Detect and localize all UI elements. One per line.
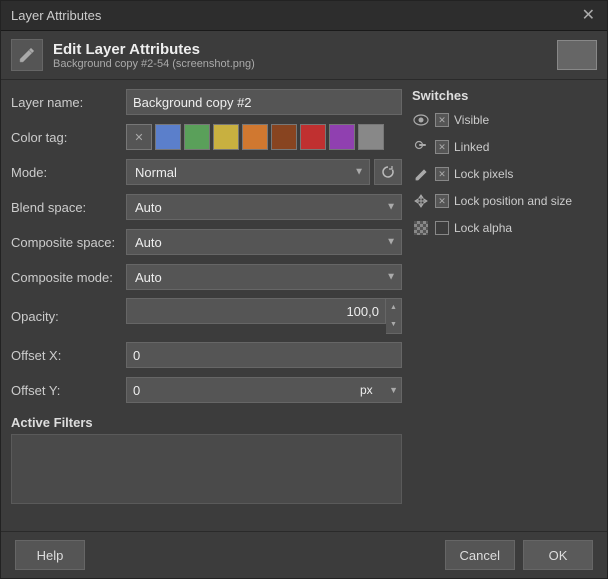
blend-space-select-wrapper: Auto ▼ (126, 194, 402, 220)
mode-control: Normal ▼ (126, 159, 402, 185)
footer-right: Cancel OK (445, 540, 593, 570)
ok-button[interactable]: OK (523, 540, 593, 570)
offset-x-input[interactable] (126, 342, 402, 368)
color-tag-none[interactable]: ✕ (126, 124, 152, 150)
unit-select[interactable]: px (356, 377, 402, 403)
cancel-button[interactable]: Cancel (445, 540, 515, 570)
offset-y-label: Offset Y: (11, 383, 126, 398)
mode-row: Mode: Normal ▼ (11, 158, 402, 186)
offset-x-label: Offset X: (11, 348, 126, 363)
composite-space-control: Auto ▼ (126, 229, 402, 255)
color-tag-gray[interactable] (358, 124, 384, 150)
mode-select[interactable]: Normal (126, 159, 370, 185)
switches-title: Switches (412, 88, 597, 103)
opacity-row: Opacity: ▲ ▼ (11, 298, 402, 334)
active-filters-label: Active Filters (11, 415, 402, 430)
lock-pixels-label: Lock pixels (454, 167, 513, 181)
edit-icon (17, 45, 37, 65)
offset-x-row: Offset X: (11, 341, 402, 369)
composite-space-row: Composite space: Auto ▼ (11, 228, 402, 256)
color-tag-yellow[interactable] (213, 124, 239, 150)
composite-mode-select-wrapper: Auto ▼ (126, 264, 402, 290)
blend-space-row: Blend space: Auto ▼ (11, 193, 402, 221)
opacity-label: Opacity: (11, 309, 126, 324)
opacity-input[interactable] (126, 298, 386, 324)
switch-lock-position: ✕ Lock position and size (412, 190, 597, 212)
lock-alpha-label: Lock alpha (454, 221, 512, 235)
lock-pixels-checkbox[interactable]: ✕ (435, 167, 449, 181)
color-tag-row: Color tag: ✕ (11, 123, 402, 151)
header-subtitle: Background copy #2-54 (screenshot.png) (53, 58, 557, 70)
reset-icon (381, 165, 395, 179)
footer: Help Cancel OK (1, 531, 607, 578)
composite-mode-select[interactable]: Auto (126, 264, 402, 290)
offset-y-row: Offset Y: px ▼ (11, 376, 402, 404)
color-tag-red[interactable] (300, 124, 326, 150)
opacity-control: ▲ ▼ (126, 298, 402, 334)
color-tag-blue[interactable] (155, 124, 181, 150)
title-bar: Layer Attributes ✕ (1, 1, 607, 31)
dialog-title: Layer Attributes (11, 8, 101, 23)
opacity-spinner: ▲ ▼ (386, 298, 402, 334)
blend-space-label: Blend space: (11, 200, 126, 215)
switch-linked: ✕ Linked (412, 136, 597, 158)
filters-box (11, 434, 402, 504)
header-text: Edit Layer Attributes Background copy #2… (53, 41, 557, 70)
edit-icon-box (11, 39, 43, 71)
mode-extra-button[interactable] (374, 159, 402, 185)
switch-lock-pixels: ✕ Lock pixels (412, 163, 597, 185)
switch-lock-alpha: Lock alpha (412, 217, 597, 239)
composite-mode-row: Composite mode: Auto ▼ (11, 263, 402, 291)
move-icon (412, 192, 430, 210)
link-icon (412, 138, 430, 156)
layer-name-label: Layer name: (11, 95, 126, 110)
active-filters-section: Active Filters (11, 411, 402, 504)
opacity-decrement-button[interactable]: ▼ (386, 316, 401, 333)
lock-alpha-checkbox[interactable] (435, 221, 449, 235)
lock-position-checkbox[interactable]: ✕ (435, 194, 449, 208)
switch-visible: ✕ Visible (412, 109, 597, 131)
help-button[interactable]: Help (15, 540, 85, 570)
visible-checkbox[interactable]: ✕ (435, 113, 449, 127)
offset-y-input[interactable] (126, 377, 356, 403)
blend-space-control: Auto ▼ (126, 194, 402, 220)
linked-label: Linked (454, 140, 489, 154)
linked-checkbox[interactable]: ✕ (435, 140, 449, 154)
dialog: Layer Attributes ✕ Edit Layer Attributes… (0, 0, 608, 579)
unit-select-wrapper: px ▼ (356, 377, 402, 403)
color-tag-orange[interactable] (242, 124, 268, 150)
mode-label: Mode: (11, 165, 126, 180)
color-tag-green[interactable] (184, 124, 210, 150)
composite-mode-control: Auto ▼ (126, 264, 402, 290)
color-tag-purple[interactable] (329, 124, 355, 150)
visible-label: Visible (454, 113, 489, 127)
color-tags: ✕ (126, 124, 384, 150)
close-button[interactable]: ✕ (580, 8, 597, 24)
layer-thumbnail (557, 40, 597, 70)
layer-name-input[interactable] (126, 89, 402, 115)
layer-name-control (126, 89, 402, 115)
opacity-increment-button[interactable]: ▲ (386, 299, 401, 316)
eye-icon (412, 111, 430, 129)
left-panel: Layer name: Color tag: ✕ (11, 88, 402, 523)
checker-icon (412, 219, 430, 237)
pencil-icon (412, 165, 430, 183)
header-title: Edit Layer Attributes (53, 41, 557, 58)
header-area: Edit Layer Attributes Background copy #2… (1, 31, 607, 80)
lock-position-label: Lock position and size (454, 194, 572, 208)
composite-mode-label: Composite mode: (11, 270, 126, 285)
offset-y-control: px ▼ (126, 377, 402, 403)
blend-space-select[interactable]: Auto (126, 194, 402, 220)
color-tag-label: Color tag: (11, 130, 126, 145)
color-tag-brown[interactable] (271, 124, 297, 150)
composite-space-select-wrapper: Auto ▼ (126, 229, 402, 255)
right-panel: Switches ✕ Visible (412, 88, 597, 523)
composite-space-select[interactable]: Auto (126, 229, 402, 255)
mode-select-wrapper: Normal ▼ (126, 159, 370, 185)
content-area: Layer name: Color tag: ✕ (1, 80, 607, 531)
offset-x-control (126, 342, 402, 368)
composite-space-label: Composite space: (11, 235, 126, 250)
layer-name-row: Layer name: (11, 88, 402, 116)
opacity-input-wrapper (126, 298, 386, 334)
